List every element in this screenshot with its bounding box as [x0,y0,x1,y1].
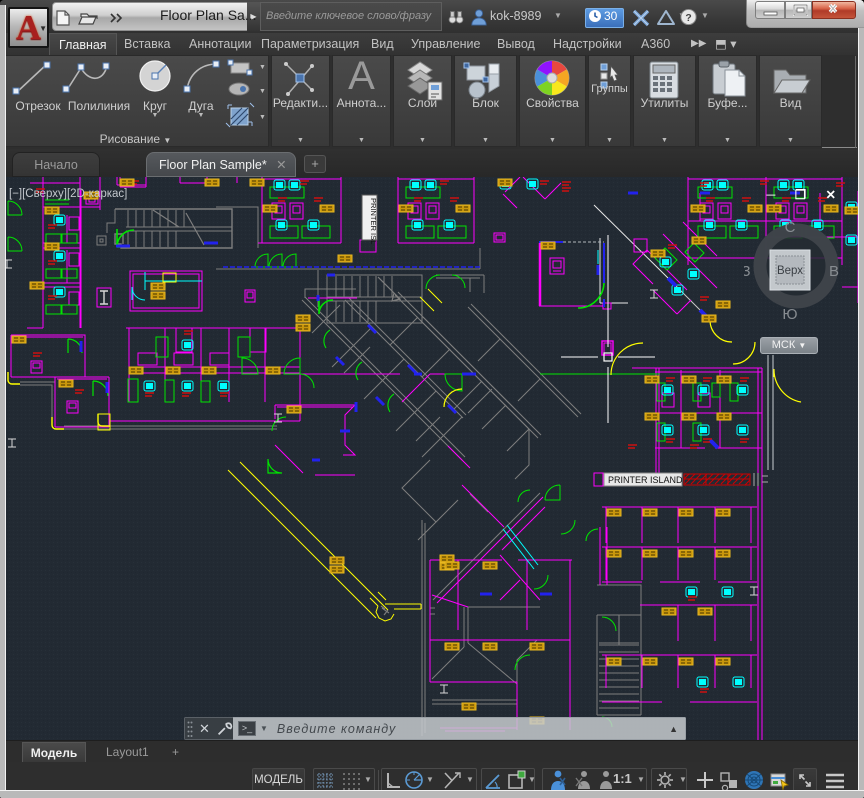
svg-text:З: З [744,263,751,280]
svg-text:PRINTER ISL: PRINTER ISL [369,198,378,244]
svg-text:С: С [785,219,796,236]
svg-text:?: ? [685,13,691,24]
svg-text:PRINTER ISLAND: PRINTER ISLAND [608,475,683,485]
svg-text:Ю: Ю [782,306,797,323]
svg-text:▼: ▼ [259,64,266,71]
svg-text:▼: ▼ [259,114,266,121]
svg-text:Верх: Верх [777,265,803,277]
svg-text:▼: ▼ [259,88,266,95]
svg-text:В: В [829,263,839,280]
